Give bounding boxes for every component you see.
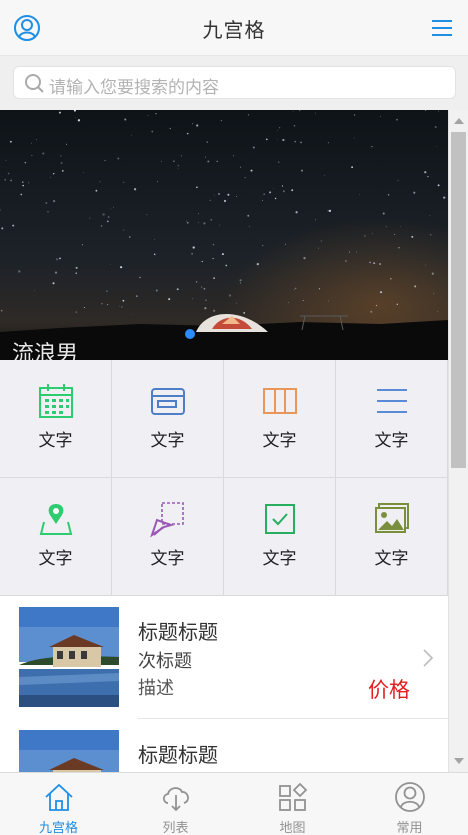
search-input[interactable]: 请输入您要搜索的内容 [13, 66, 456, 99]
grid-item-4[interactable]: 文字 [336, 360, 448, 478]
item-thumbnail [19, 607, 119, 707]
grid-item-2[interactable]: 文字 [112, 360, 224, 478]
grid-item-6[interactable]: 文字 [112, 478, 224, 596]
item-subtitle: 次标题 [138, 651, 192, 672]
grid-item-label: 文字 [374, 431, 409, 451]
grid-item-8[interactable]: 文字 [336, 478, 448, 596]
list-item[interactable]: 标题标题 次标题 描述 价格 [0, 596, 448, 719]
card-icon [151, 388, 185, 415]
item-thumbnail [19, 730, 119, 772]
content-scroll-area: 流浪男 文字 文字 文字 文字 文字 文字 文字 文字 标题标题 次标题 描述 … [0, 110, 448, 772]
grid-item-label: 文字 [38, 549, 73, 569]
slider-indicator-dot[interactable] [185, 329, 195, 339]
calendar-icon [39, 384, 73, 418]
grid-item-5[interactable]: 文字 [0, 478, 112, 596]
tab-grid[interactable]: 九宫格 [0, 773, 117, 835]
tab-label: 地图 [279, 821, 306, 835]
list-icon [377, 389, 407, 413]
banner-slider[interactable]: 流浪男 [0, 110, 448, 360]
scroll-down-arrow-icon[interactable] [454, 758, 464, 764]
vertical-scrollbar[interactable] [448, 110, 468, 772]
item-price: 价格 [368, 678, 410, 702]
grid-item-1[interactable]: 文字 [0, 360, 112, 478]
scroll-up-arrow-icon[interactable] [454, 118, 464, 124]
tab-label: 常用 [396, 821, 423, 835]
apps-icon [279, 782, 308, 811]
app-root: 九宫格 请输入您要搜索的内容 流浪男 文字 文字 文字 文字 文字 文字 文字 … [0, 0, 468, 835]
tab-label: 九宫格 [38, 821, 78, 835]
columns-icon [263, 388, 297, 414]
grid-item-label: 文字 [150, 431, 185, 451]
banner-image [0, 110, 448, 360]
cloud-download-icon [162, 787, 189, 812]
tab-list[interactable]: 列表 [117, 773, 234, 835]
grid-item-label: 文字 [262, 549, 297, 569]
scrollbar-thumb[interactable] [451, 132, 466, 468]
product-list: 标题标题 次标题 描述 价格 标题标题 [0, 596, 448, 772]
tab-common[interactable]: 常用 [351, 773, 468, 835]
location-icon [39, 504, 73, 535]
gallery-icon [375, 503, 409, 533]
item-title: 标题标题 [138, 620, 218, 644]
search-icon [25, 74, 44, 93]
checkbox-icon [265, 504, 295, 534]
search-bar: 请输入您要搜索的内容 [0, 56, 468, 110]
user-circle-icon [395, 782, 425, 812]
grid-item-label: 文字 [262, 431, 297, 451]
menu-icon[interactable] [430, 16, 454, 40]
home-icon [45, 783, 73, 811]
search-placeholder: 请输入您要搜索的内容 [49, 78, 219, 98]
item-description: 描述 [138, 678, 174, 699]
nine-grid: 文字 文字 文字 文字 文字 文字 文字 文字 [0, 360, 448, 596]
grid-item-label: 文字 [150, 549, 185, 569]
grid-item-label: 文字 [38, 431, 73, 451]
grid-item-label: 文字 [374, 549, 409, 569]
banner-caption: 流浪男 [12, 342, 79, 360]
page-title: 九宫格 [202, 18, 266, 42]
top-bar: 九宫格 [0, 0, 468, 56]
select-cursor-icon [150, 502, 184, 538]
chevron-right-icon [423, 649, 434, 667]
tab-label: 列表 [162, 821, 189, 835]
item-title: 标题标题 [138, 743, 218, 767]
grid-item-7[interactable]: 文字 [224, 478, 336, 596]
grid-item-3[interactable]: 文字 [224, 360, 336, 478]
tab-map[interactable]: 地图 [234, 773, 351, 835]
bottom-tab-bar: 九宫格 列表 地图 常用 [0, 772, 468, 835]
list-item[interactable]: 标题标题 [0, 719, 448, 772]
